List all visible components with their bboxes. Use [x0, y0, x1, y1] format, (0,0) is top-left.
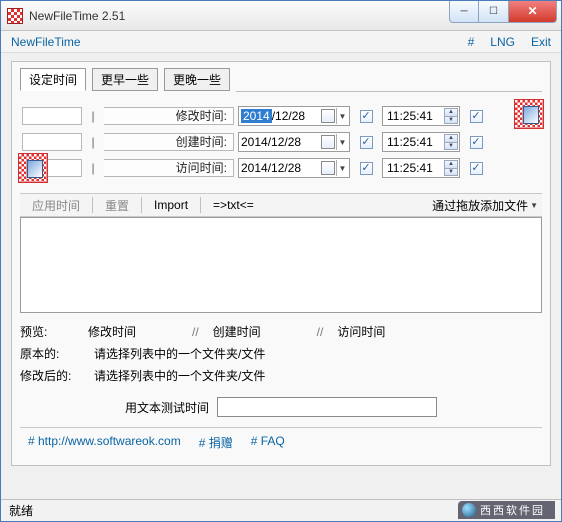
menu-hash[interactable]: #: [468, 35, 475, 49]
info-original-value: 请选择列表中的一个文件夹/文件: [94, 345, 265, 363]
text-test-row: 用文本测试时间: [20, 397, 542, 417]
time-modify-value: 11:25:41: [387, 109, 433, 123]
link-donate[interactable]: # 捐赠: [199, 434, 233, 451]
btn-txt[interactable]: =>txt<=: [205, 196, 262, 214]
btn-add-files[interactable]: 通过拖放添加文件 ▼: [432, 197, 538, 214]
info-col-modify: 修改时间: [88, 323, 178, 341]
check-modify-time[interactable]: ✓: [470, 110, 483, 123]
time-access[interactable]: 11:25:41 ▲▼: [382, 158, 460, 178]
tab-later[interactable]: 更晚一些: [164, 68, 230, 91]
label-modify: 修改时间:: [104, 107, 234, 125]
row-create-pre: [22, 133, 82, 151]
check-create-date[interactable]: ✓: [360, 136, 373, 149]
link-website[interactable]: # http://www.softwareok.com: [28, 434, 181, 451]
date-create[interactable]: 2014/12/28 ▼: [238, 132, 350, 152]
date-modify[interactable]: 2014/12/28 ▼: [238, 106, 350, 126]
chevron-down-icon[interactable]: ▼: [336, 160, 348, 176]
spin-access[interactable]: ▲▼: [444, 160, 458, 176]
watermark-badge: 西西软件园: [458, 501, 555, 519]
info-after-value: 请选择列表中的一个文件夹/文件: [94, 367, 265, 385]
tab-set-time[interactable]: 设定时间: [20, 68, 86, 91]
info-original: 原本的: 请选择列表中的一个文件夹/文件: [20, 345, 542, 363]
link-faq[interactable]: # FAQ: [251, 434, 285, 451]
maximize-button[interactable]: ☐: [479, 1, 509, 23]
btn-reset: 重置: [97, 195, 137, 216]
minimize-button[interactable]: ─: [449, 1, 479, 23]
chevron-down-icon: ▼: [530, 201, 538, 210]
date-modify-rest: /12/28: [272, 109, 305, 123]
menu-app[interactable]: NewFileTime: [11, 35, 81, 49]
time-create-value: 11:25:41: [387, 135, 433, 149]
calendar-icon[interactable]: [321, 161, 335, 175]
time-access-value: 11:25:41: [387, 161, 433, 175]
tab-pad: [236, 68, 542, 92]
row-modify-pre: [22, 107, 82, 125]
date-access[interactable]: 2014/12/28 ▼: [238, 158, 350, 178]
apply-icon[interactable]: [514, 99, 544, 129]
status-bar: 就绪 西西软件园: [1, 499, 561, 521]
info-original-label: 原本的:: [20, 345, 74, 363]
info-block: 预览: 修改时间 // 创建时间 // 访问时间 原本的: 请选择列表中的一个文…: [20, 323, 542, 385]
content-area: 设定时间 更早一些 更晚一些 | 修改时间: 2014/12/28 ▼: [1, 53, 561, 499]
tab-strip: 设定时间 更早一些 更晚一些: [20, 68, 542, 91]
app-icon: [7, 8, 23, 24]
pick-icon[interactable]: [18, 153, 48, 183]
btn-apply-time: 应用时间: [24, 195, 88, 216]
info-header: 预览: 修改时间 // 创建时间 // 访问时间: [20, 323, 542, 341]
btn-add-files-label: 通过拖放添加文件: [432, 197, 528, 214]
main-panel: 设定时间 更早一些 更晚一些 | 修改时间: 2014/12/28 ▼: [11, 61, 551, 466]
time-rows: | 修改时间: 2014/12/28 ▼ ✓ 11:25:41 ▲▼ ✓: [20, 97, 542, 187]
spin-create[interactable]: ▲▼: [444, 134, 458, 150]
close-button[interactable]: ✕: [509, 1, 557, 23]
check-modify-date[interactable]: ✓: [360, 110, 373, 123]
time-modify[interactable]: 11:25:41 ▲▼: [382, 106, 460, 126]
menu-lng[interactable]: LNG: [490, 35, 515, 49]
app-window: NewFileTime 2.51 ─ ☐ ✕ NewFileTime # LNG…: [0, 0, 562, 522]
row-create: | 创建时间: 2014/12/28 ▼ ✓ 11:25:41 ▲▼ ✓: [22, 129, 540, 155]
time-create[interactable]: 11:25:41 ▲▼: [382, 132, 460, 152]
calendar-icon[interactable]: [321, 135, 335, 149]
row-modify: | 修改时间: 2014/12/28 ▼ ✓ 11:25:41 ▲▼ ✓: [22, 103, 540, 129]
date-create-value: 2014/12/28: [241, 135, 301, 149]
action-toolbar: 应用时间 重置 Import =>txt<= 通过拖放添加文件 ▼: [20, 193, 542, 217]
row-access: | 访问时间: 2014/12/28 ▼ ✓ 11:25:41 ▲▼ ✓: [22, 155, 540, 181]
file-listview[interactable]: [20, 217, 542, 313]
footer-links: # http://www.softwareok.com # 捐赠 # FAQ: [20, 427, 542, 457]
date-access-value: 2014/12/28: [241, 161, 301, 175]
check-access-date[interactable]: ✓: [360, 162, 373, 175]
text-test-label: 用文本测试时间: [125, 399, 209, 416]
btn-import[interactable]: Import: [146, 196, 196, 214]
menu-strip: NewFileTime # LNG Exit: [1, 31, 561, 53]
check-access-time[interactable]: ✓: [470, 162, 483, 175]
info-after-label: 修改后的:: [20, 367, 74, 385]
check-create-time[interactable]: ✓: [470, 136, 483, 149]
date-modify-year: 2014: [241, 109, 272, 123]
status-text: 就绪: [9, 502, 33, 519]
info-col-create: 创建时间: [213, 323, 303, 341]
label-create: 创建时间:: [104, 133, 234, 151]
info-col-access: 访问时间: [337, 323, 427, 341]
calendar-icon[interactable]: [321, 109, 335, 123]
menu-exit[interactable]: Exit: [531, 35, 551, 49]
spin-modify[interactable]: ▲▼: [444, 108, 458, 124]
chevron-down-icon[interactable]: ▼: [336, 134, 348, 150]
row-sep: |: [86, 109, 100, 123]
window-controls: ─ ☐ ✕: [449, 1, 561, 23]
label-access: 访问时间:: [104, 159, 234, 177]
window-title: NewFileTime 2.51: [29, 9, 449, 23]
titlebar: NewFileTime 2.51 ─ ☐ ✕: [1, 1, 561, 31]
info-after: 修改后的: 请选择列表中的一个文件夹/文件: [20, 367, 542, 385]
tab-earlier[interactable]: 更早一些: [92, 68, 158, 91]
text-test-input[interactable]: [217, 397, 437, 417]
info-preview-label: 预览:: [20, 323, 74, 341]
chevron-down-icon[interactable]: ▼: [336, 108, 348, 124]
